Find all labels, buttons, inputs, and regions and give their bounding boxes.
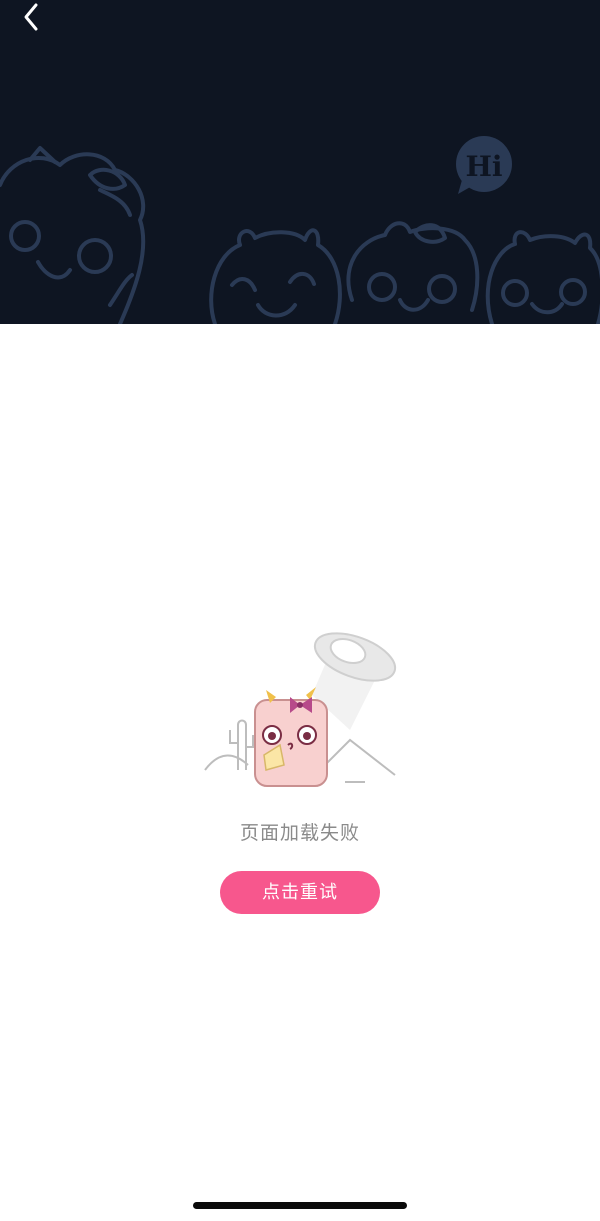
- back-button[interactable]: [10, 0, 50, 40]
- retry-button[interactable]: 点击重试: [220, 871, 380, 914]
- load-failed-message: 页面加载失败: [239, 822, 360, 844]
- hi-badge-text: Hi: [465, 150, 502, 183]
- load-failed-illustration: [204, 632, 397, 787]
- chevron-left-icon: [24, 3, 38, 31]
- header-banner: Hi: [0, 0, 600, 324]
- home-indicator[interactable]: [193, 1202, 407, 1209]
- monster-pattern-illustration: Hi: [0, 136, 600, 324]
